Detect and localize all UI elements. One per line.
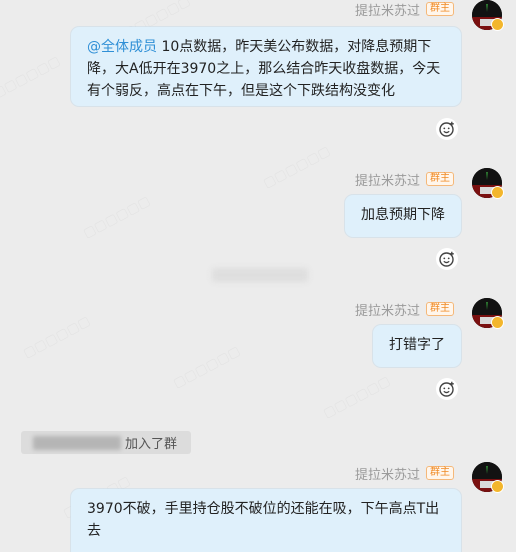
message-bubble[interactable]: 打错字了 [373,325,461,367]
sender-name[interactable]: 提拉米苏过 [355,0,420,19]
crown-badge-icon [491,480,504,493]
role-badge: 群主 [426,466,454,480]
role-badge: 群主 [426,302,454,316]
message-3-sender: 提拉米苏过 群主 [355,300,454,319]
crown-badge-icon [491,186,504,199]
redacted-member-name [33,435,121,450]
message-1-sender: 提拉米苏过 群主 [355,0,454,19]
crown-badge-icon [491,316,504,329]
emoji-react-icon[interactable] [436,248,458,270]
message-bubble[interactable]: @全体成员 10点数据，昨天美公布数据，对降息预期下降，大A低开在3970之上，… [71,27,461,106]
message-bubble[interactable]: 3970不破，手里持仓股不破位的还能在吸，下午高点T出去 [71,489,461,552]
emoji-react-icon[interactable] [436,118,458,140]
message-4-sender: 提拉米苏过 群主 [355,464,454,483]
message-text: 加息预期下降 [361,207,445,223]
sender-name[interactable]: 提拉米苏过 [355,170,420,189]
emoji-react-icon[interactable] [436,378,458,400]
message-bubble[interactable]: 加息预期下降 [345,195,461,237]
crown-badge-icon [491,18,504,31]
sender-name[interactable]: 提拉米苏过 [355,300,420,319]
mention-all[interactable]: @全体成员 [87,39,157,55]
message-2-sender: 提拉米苏过 群主 [355,170,454,189]
message-text: 3970不破，手里持仓股不破位的还能在吸，下午高点T出去 [87,501,440,539]
join-notice: 加入了群 [21,431,191,454]
redacted-notice [212,268,308,282]
message-text: 打错字了 [389,337,445,353]
join-notice-text: 加入了群 [125,437,178,452]
sender-name[interactable]: 提拉米苏过 [355,464,420,483]
role-badge: 群主 [426,2,454,16]
role-badge: 群主 [426,172,454,186]
